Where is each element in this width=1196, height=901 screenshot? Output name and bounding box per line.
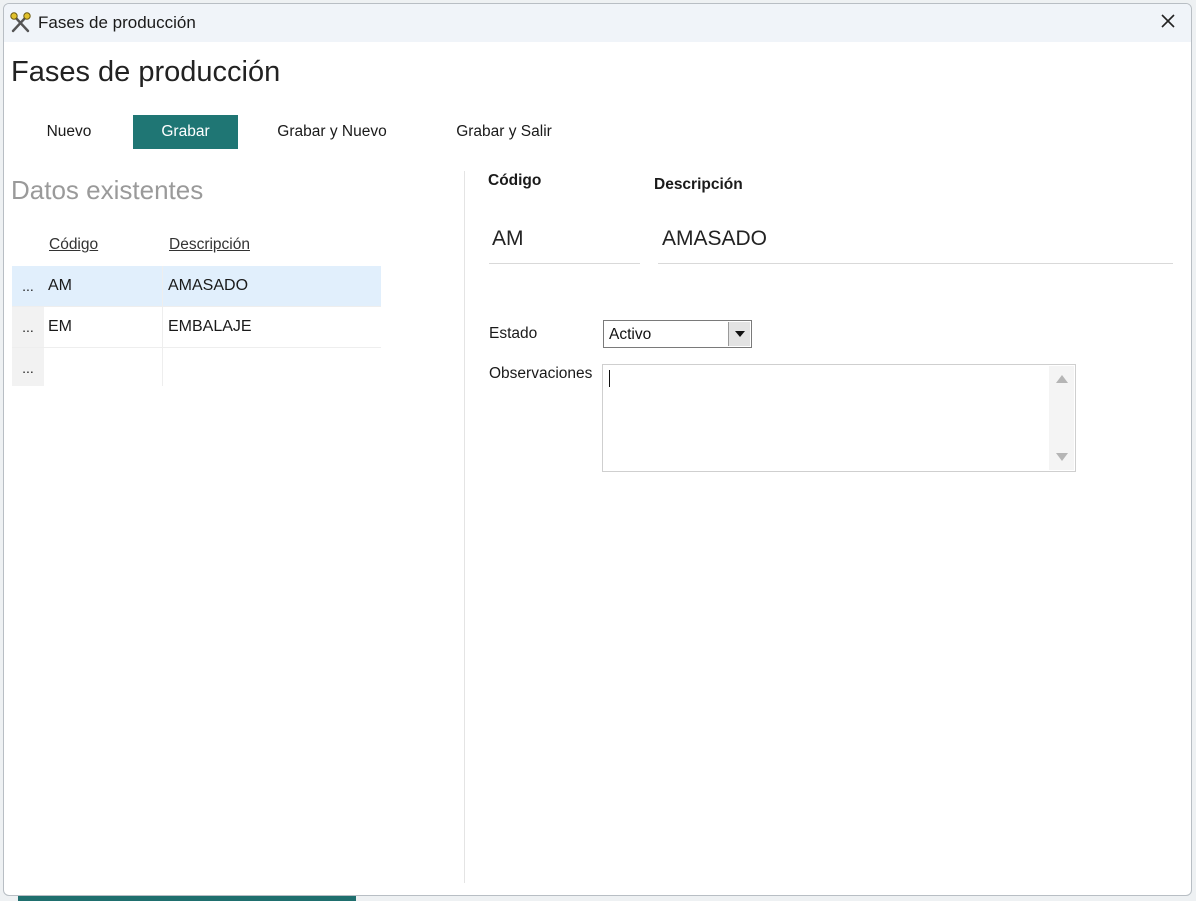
window-title: Fases de producción (38, 13, 196, 32)
description-input[interactable] (662, 226, 1162, 252)
text-caret (609, 370, 610, 387)
close-button[interactable] (1145, 4, 1191, 42)
row-description: EMBALAJE (168, 318, 252, 335)
row-code (44, 348, 163, 386)
panel-divider (464, 171, 465, 883)
column-header-description[interactable]: Descripción (169, 236, 250, 254)
page-title: Fases de producción (11, 56, 281, 88)
status-label: Estado (489, 325, 538, 342)
existing-data-grid: Código Descripción ... AM AMASADO ... EM… (12, 230, 381, 386)
status-select-value: Activo (609, 326, 652, 343)
table-row[interactable]: ... AM AMASADO (12, 266, 381, 307)
code-label: Código (488, 172, 542, 189)
row-description: AMASADO (168, 277, 249, 294)
code-input[interactable] (492, 226, 632, 252)
notes-textarea[interactable] (602, 364, 1076, 472)
code-underline (489, 263, 640, 264)
scroll-down-icon[interactable] (1049, 446, 1074, 468)
grid-header: Código Descripción (12, 230, 381, 266)
dialog-window: Fases de producción Fases de producción … (3, 3, 1192, 896)
status-select[interactable]: Activo (603, 320, 752, 348)
row-selector[interactable]: ... (12, 348, 44, 386)
save-and-exit-button[interactable]: Grabar y Salir (444, 115, 564, 149)
row-code: EM (44, 307, 163, 347)
save-button[interactable]: Grabar (133, 115, 238, 149)
row-code: AM (44, 266, 163, 306)
row-selector[interactable]: ... (12, 307, 44, 347)
existing-data-heading: Datos existentes (11, 175, 204, 205)
scroll-up-icon[interactable] (1049, 368, 1074, 390)
table-row-new[interactable]: ... (12, 348, 381, 386)
new-button[interactable]: Nuevo (34, 115, 104, 149)
save-and-new-button[interactable]: Grabar y Nuevo (266, 115, 398, 149)
tools-icon (9, 12, 33, 34)
table-row[interactable]: ... EM EMBALAJE (12, 307, 381, 348)
description-label: Descripción (654, 176, 743, 193)
column-header-code[interactable]: Código (49, 236, 98, 254)
notes-scrollbar[interactable] (1049, 366, 1074, 470)
row-selector[interactable]: ... (12, 266, 44, 306)
close-icon (1160, 13, 1176, 34)
notes-label: Observaciones (489, 365, 593, 382)
description-underline (658, 263, 1173, 264)
chevron-down-icon[interactable] (728, 322, 750, 346)
title-bar: Fases de producción (4, 4, 1191, 42)
